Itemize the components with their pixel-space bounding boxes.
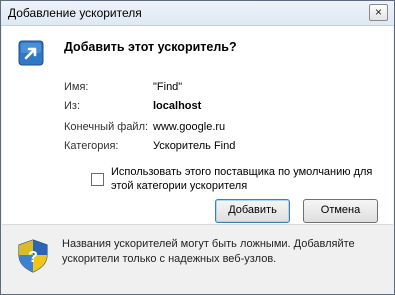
field-value: Ускоритель Find (153, 140, 236, 152)
cancel-button[interactable]: Отмена (303, 199, 378, 223)
security-warning-text: Названия ускорителей могут быть ложными.… (62, 238, 355, 265)
default-provider-checkbox[interactable] (91, 173, 104, 186)
field-label: Из: (64, 100, 81, 112)
default-provider-checkbox-label[interactable]: Использовать этого поставщика по умолчан… (111, 165, 376, 193)
security-footer: ? Названия ускорителей могут быть ложным… (2, 225, 393, 293)
window-title: Добавление ускорителя (8, 6, 142, 20)
field-label: Категория: (64, 140, 119, 152)
add-accelerator-dialog: Добавление ускорителя × Добавить этот ус… (0, 0, 395, 295)
field-value: "Find" (153, 81, 183, 93)
dialog-heading: Добавить этот ускоритель? (64, 40, 237, 54)
field-label: Имя: (64, 81, 89, 93)
dialog-content: Добавить этот ускоритель? Имя: "Find" Из… (2, 26, 393, 225)
field-label: Конечный файл: (64, 121, 149, 133)
add-accelerator-icon (18, 40, 44, 66)
add-button[interactable]: Добавить (215, 199, 290, 223)
title-bar: Добавление ускорителя × (1, 1, 394, 26)
field-value: www.google.ru (153, 121, 226, 133)
close-button[interactable]: × (369, 4, 388, 21)
field-value: localhost (153, 100, 202, 112)
shield-icon: ? (18, 239, 48, 273)
svg-text:?: ? (28, 249, 38, 266)
